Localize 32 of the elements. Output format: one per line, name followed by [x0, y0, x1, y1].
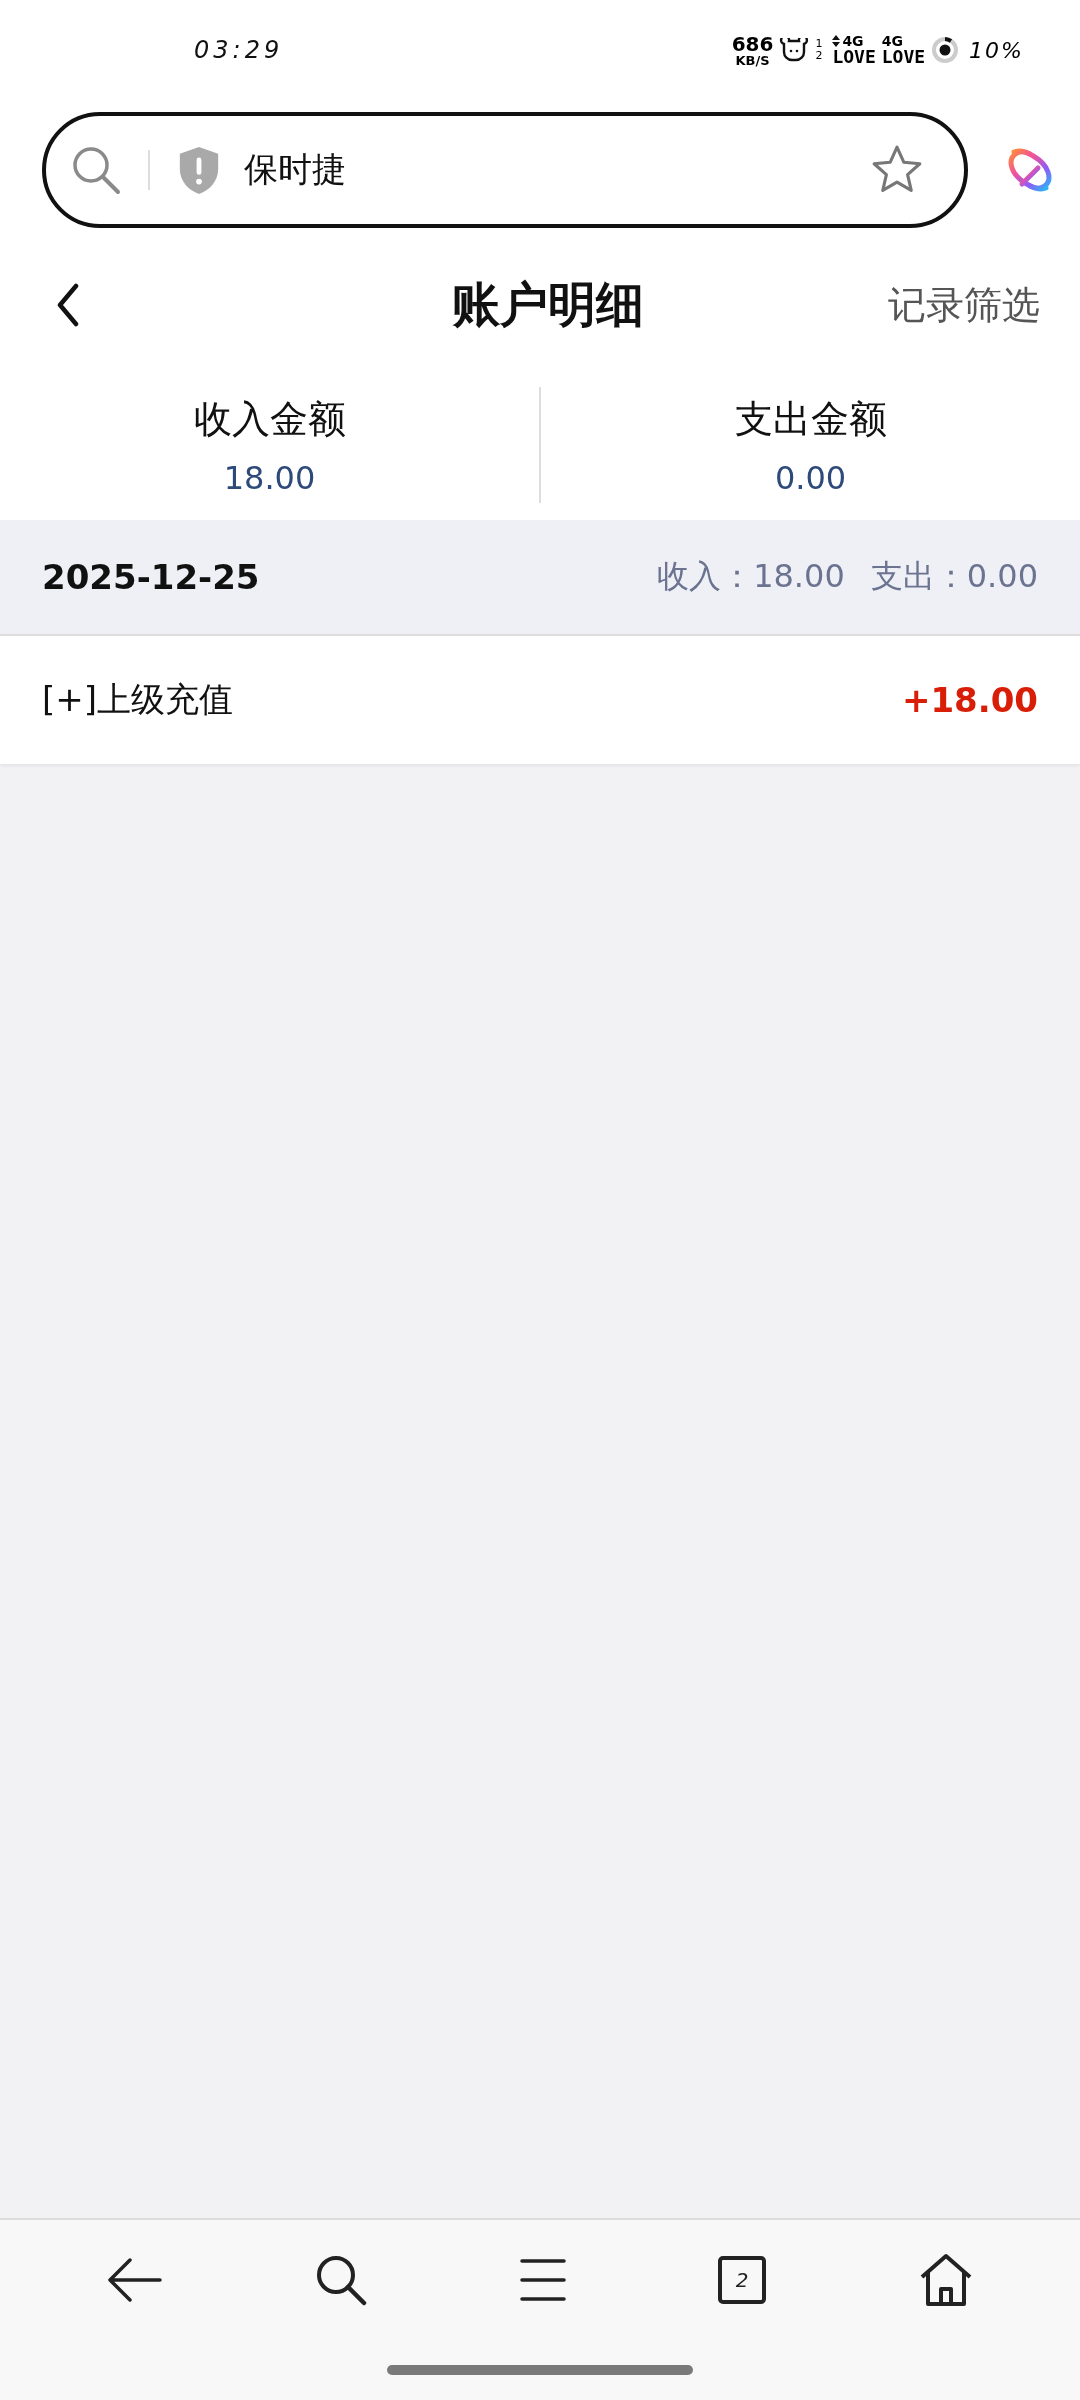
- back-arrow-icon[interactable]: [106, 2257, 162, 2303]
- summary-label: 支出金额: [734, 395, 887, 443]
- entry-amount: +18.00: [901, 680, 1038, 720]
- entry-title: [+]上级充值: [42, 678, 234, 721]
- income-total: 收入：18.00: [657, 556, 845, 597]
- network-type: 4G: [842, 34, 864, 48]
- expense-total: 支出：0.00: [870, 556, 1038, 597]
- search-icon[interactable]: [314, 2253, 368, 2307]
- summary-label: 收入金额: [193, 395, 346, 443]
- back-icon[interactable]: [56, 283, 80, 327]
- carrier-name: LOVE: [881, 48, 926, 66]
- page-title: 账户明细: [452, 275, 644, 334]
- summary-amount: 18.00: [223, 458, 316, 497]
- tabs-button[interactable]: 2: [718, 2256, 766, 2304]
- summary-amount: 0.00: [774, 458, 847, 497]
- filter-link[interactable]: 记录筛选: [888, 279, 1040, 331]
- search-icon: [70, 144, 122, 196]
- sim-slot-number: 1: [815, 37, 823, 50]
- menu-icon[interactable]: [520, 2258, 566, 2302]
- network-speed: 686: [731, 33, 774, 54]
- home-icon[interactable]: [918, 2253, 974, 2307]
- address-bar[interactable]: 保时捷: [42, 112, 968, 228]
- clock-time: 03:29: [194, 36, 284, 64]
- sim-slot-number: 2: [815, 50, 823, 63]
- address-text: 保时捷: [244, 148, 347, 191]
- network-speed-unit: KB/S: [735, 53, 770, 67]
- data-arrows-icon: [832, 35, 841, 47]
- network-type: 4G: [881, 34, 903, 48]
- carrier-name: LOVE: [832, 48, 876, 66]
- date-text: 2025-12-25: [42, 557, 260, 597]
- battery-ring-icon: [931, 36, 960, 64]
- battery-level: 10%: [969, 37, 1024, 63]
